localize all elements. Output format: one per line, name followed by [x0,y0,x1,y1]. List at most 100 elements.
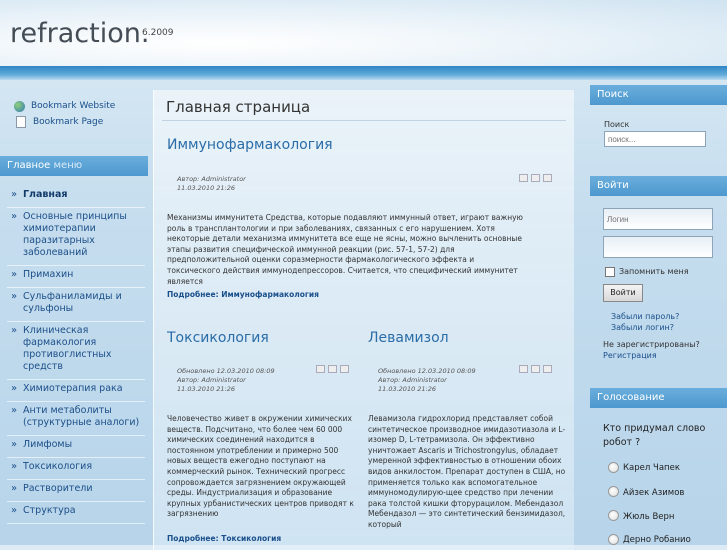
pdf-icon[interactable] [519,174,528,182]
page-icon [16,116,26,128]
arrow-icon: » [11,483,18,494]
menu-item-label: Сульфаниламиды и сульфоны [23,291,122,314]
main-content: Главная страница Иммунофармакология Авто… [153,90,574,550]
site-version: 6.2009 [142,28,174,38]
login-button[interactable]: Войти [603,284,643,302]
main-menu: » Главная » Основные принципы химиотерапии… [7,186,145,524]
menu-item-label: Растворители [23,483,93,494]
password-input[interactable] [603,236,713,258]
article-actions [316,365,349,373]
forgot-password-link[interactable]: Забыли пароль? [611,312,679,321]
header-band [0,66,727,80]
article-meta: Обновлено 12.03.2010 08:09 Автор: Admini… [378,367,476,394]
poll-radio[interactable] [608,534,619,545]
register-link[interactable]: Регистрация [603,351,657,360]
bookmarks: Bookmark Website Bookmark Page [14,98,144,130]
main-menu-title: Главное меню [0,156,148,176]
arrow-icon: » [11,505,18,516]
menu-item[interactable]: » Токсикология [7,458,145,480]
arrow-icon: » [11,325,18,336]
poll-radio[interactable] [608,486,619,497]
main-menu-title-rest: меню [53,160,83,171]
bookmark-page-label: Bookmark Page [33,117,104,127]
menu-item-label: Химиотерапия рака [23,383,123,394]
arrow-icon: » [11,211,18,222]
poll-option-label: Карел Чапек [623,463,680,473]
article-author: Автор: Administrator [177,376,246,384]
poll-radio[interactable] [608,510,619,521]
menu-item[interactable]: » Лимфомы [7,436,145,458]
menu-item[interactable]: » Анти метаболиты (структурные аналоги) [7,402,145,436]
poll-title: Голосование [590,388,727,408]
arrow-icon: » [11,405,18,416]
bookmark-page-link[interactable]: Bookmark Page [14,114,144,130]
article-meta: Обновлено 12.03.2010 08:09 Автор: Admini… [177,367,275,394]
article-text: Механизмы иммунитета Средства, которые п… [167,213,523,286]
read-more-link[interactable]: Подробнее: Иммунофармакология [167,290,319,299]
remember-checkbox[interactable] [605,267,615,277]
menu-item[interactable]: » Главная [7,186,145,208]
read-more-link[interactable]: Подробнее: Токсикология [167,534,281,543]
bookmark-website-link[interactable]: Bookmark Website [14,98,144,114]
search-box-title: Поиск [590,85,727,105]
menu-item-label: Главная [23,189,68,200]
menu-item[interactable]: » Клиническая фармакология противоглистны… [7,322,145,380]
article-title[interactable]: Левамизол [368,330,449,346]
not-registered-label: Не зарегистрированы? [603,340,700,349]
menu-item-label: Лимфомы [23,439,73,450]
page-title: Главная страница [166,98,311,116]
email-icon[interactable] [543,174,552,182]
article-author: Автор: Administrator [177,175,246,183]
globe-icon [14,100,25,112]
menu-item[interactable]: » Растворители [7,480,145,502]
article-updated: Обновлено 12.03.2010 08:09 [177,367,275,375]
arrow-icon: » [11,189,18,200]
header: refraction. 6.2009 [0,0,727,72]
article-text: Левамизола гидрохлорид представляет собо… [368,414,566,529]
pdf-icon[interactable] [519,365,528,373]
remember-label: Запомнить меня [619,267,689,276]
arrow-icon: » [11,291,18,302]
search-input[interactable] [604,131,706,147]
poll-option-label: Дерно Робанио [623,535,691,545]
email-icon[interactable] [340,365,349,373]
article-date: 11.03.2010 21:26 [177,385,236,393]
site-logo[interactable]: refraction. [10,18,149,49]
arrow-icon: » [11,383,18,394]
menu-item-label: Основные принципы химиотерапии паразитар… [23,211,127,258]
forgot-login-link[interactable]: Забыли логин? [611,323,674,332]
poll-radio[interactable] [608,462,619,473]
pdf-icon[interactable] [316,365,325,373]
article-updated: Обновлено 12.03.2010 08:09 [378,367,476,375]
email-icon[interactable] [543,365,552,373]
article-title[interactable]: Иммунофармакология [167,137,333,153]
print-icon[interactable] [328,365,337,373]
bookmark-website-label: Bookmark Website [31,101,116,111]
article-actions [519,174,552,182]
login-box-title: Войти [590,176,727,196]
article-meta: Автор: Administrator 11.03.2010 21:26 [177,175,246,193]
menu-item[interactable]: » Структура [7,502,145,524]
poll-option-label: Айзек Азимов [623,488,685,498]
arrow-icon: » [11,461,18,472]
menu-item-label: Структура [23,505,76,516]
article-date: 11.03.2010 21:26 [177,184,236,192]
article-date: 11.03.2010 21:26 [378,385,437,393]
menu-item-label: Клиническая фармакология противоглистных… [23,325,112,372]
menu-item[interactable]: » Сульфаниламиды и сульфоны [7,288,145,322]
main-menu-title-bold: Главное [7,160,51,171]
arrow-icon: » [11,439,18,450]
poll-option-label: Жюль Верн [623,512,675,522]
arrow-icon: » [11,269,18,280]
menu-item-label: Токсикология [23,461,93,472]
menu-item[interactable]: » Химиотерапия рака [7,380,145,402]
username-input[interactable] [603,208,713,230]
print-icon[interactable] [531,365,540,373]
menu-item[interactable]: » Основные принципы химиотерапии паразита… [7,208,145,266]
article-text: Человечество живет в окружении химически… [167,414,354,519]
article-title[interactable]: Токсикология [167,330,269,346]
poll-question: Кто придумал слово робот ? [603,423,706,448]
menu-item[interactable]: » Примахин [7,266,145,288]
title-divider [162,120,566,121]
print-icon[interactable] [531,174,540,182]
